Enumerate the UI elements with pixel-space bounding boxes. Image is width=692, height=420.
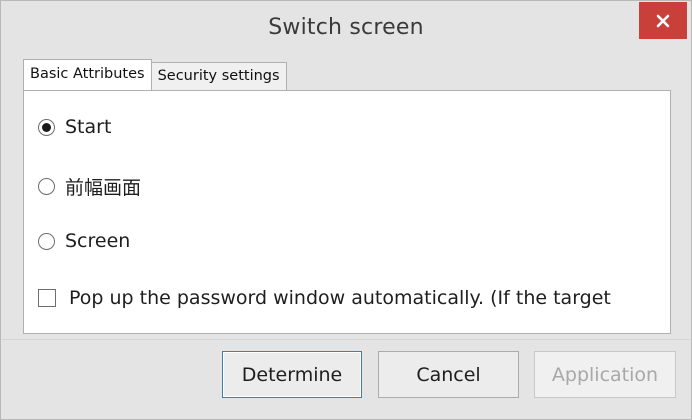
close-icon [656,14,670,27]
radio-option-previous-screen[interactable]: 前幅画面 [38,173,141,200]
password-popup-option[interactable]: Pop up the password window automatically… [38,287,611,309]
application-button[interactable]: Application [534,351,676,398]
determine-button[interactable]: Determine [222,351,362,398]
close-button[interactable] [639,2,687,39]
radio-selected-dot [42,122,51,132]
radio-option-start[interactable]: Start [38,116,111,138]
switch-screen-dialog: Switch screen Basic Attributes Security … [0,0,692,420]
window-title: Switch screen [268,15,424,40]
radio-option-screen[interactable]: Screen [38,230,130,252]
title-bar: Switch screen [1,1,691,59]
radio-button-previous-screen[interactable] [38,178,55,195]
radio-label-previous-screen: 前幅画面 [65,177,142,199]
cancel-button[interactable]: Cancel [378,351,519,398]
password-popup-checkbox[interactable] [38,289,56,307]
radio-button-screen[interactable] [38,232,55,250]
tab-basic-attributes[interactable]: Basic Attributes [23,59,152,90]
tab-strip: Basic Attributes Security settings [23,59,287,90]
tab-security-settings[interactable]: Security settings [151,62,287,90]
footer-divider [2,339,690,340]
password-popup-label: Pop up the password window automatically… [69,287,611,309]
radio-label-start: Start [65,116,112,138]
tab-panel-basic-attributes: Start 前幅画面 Screen Pop up the password wi… [23,90,671,334]
radio-button-start[interactable] [38,118,55,136]
radio-label-screen: Screen [65,230,131,252]
